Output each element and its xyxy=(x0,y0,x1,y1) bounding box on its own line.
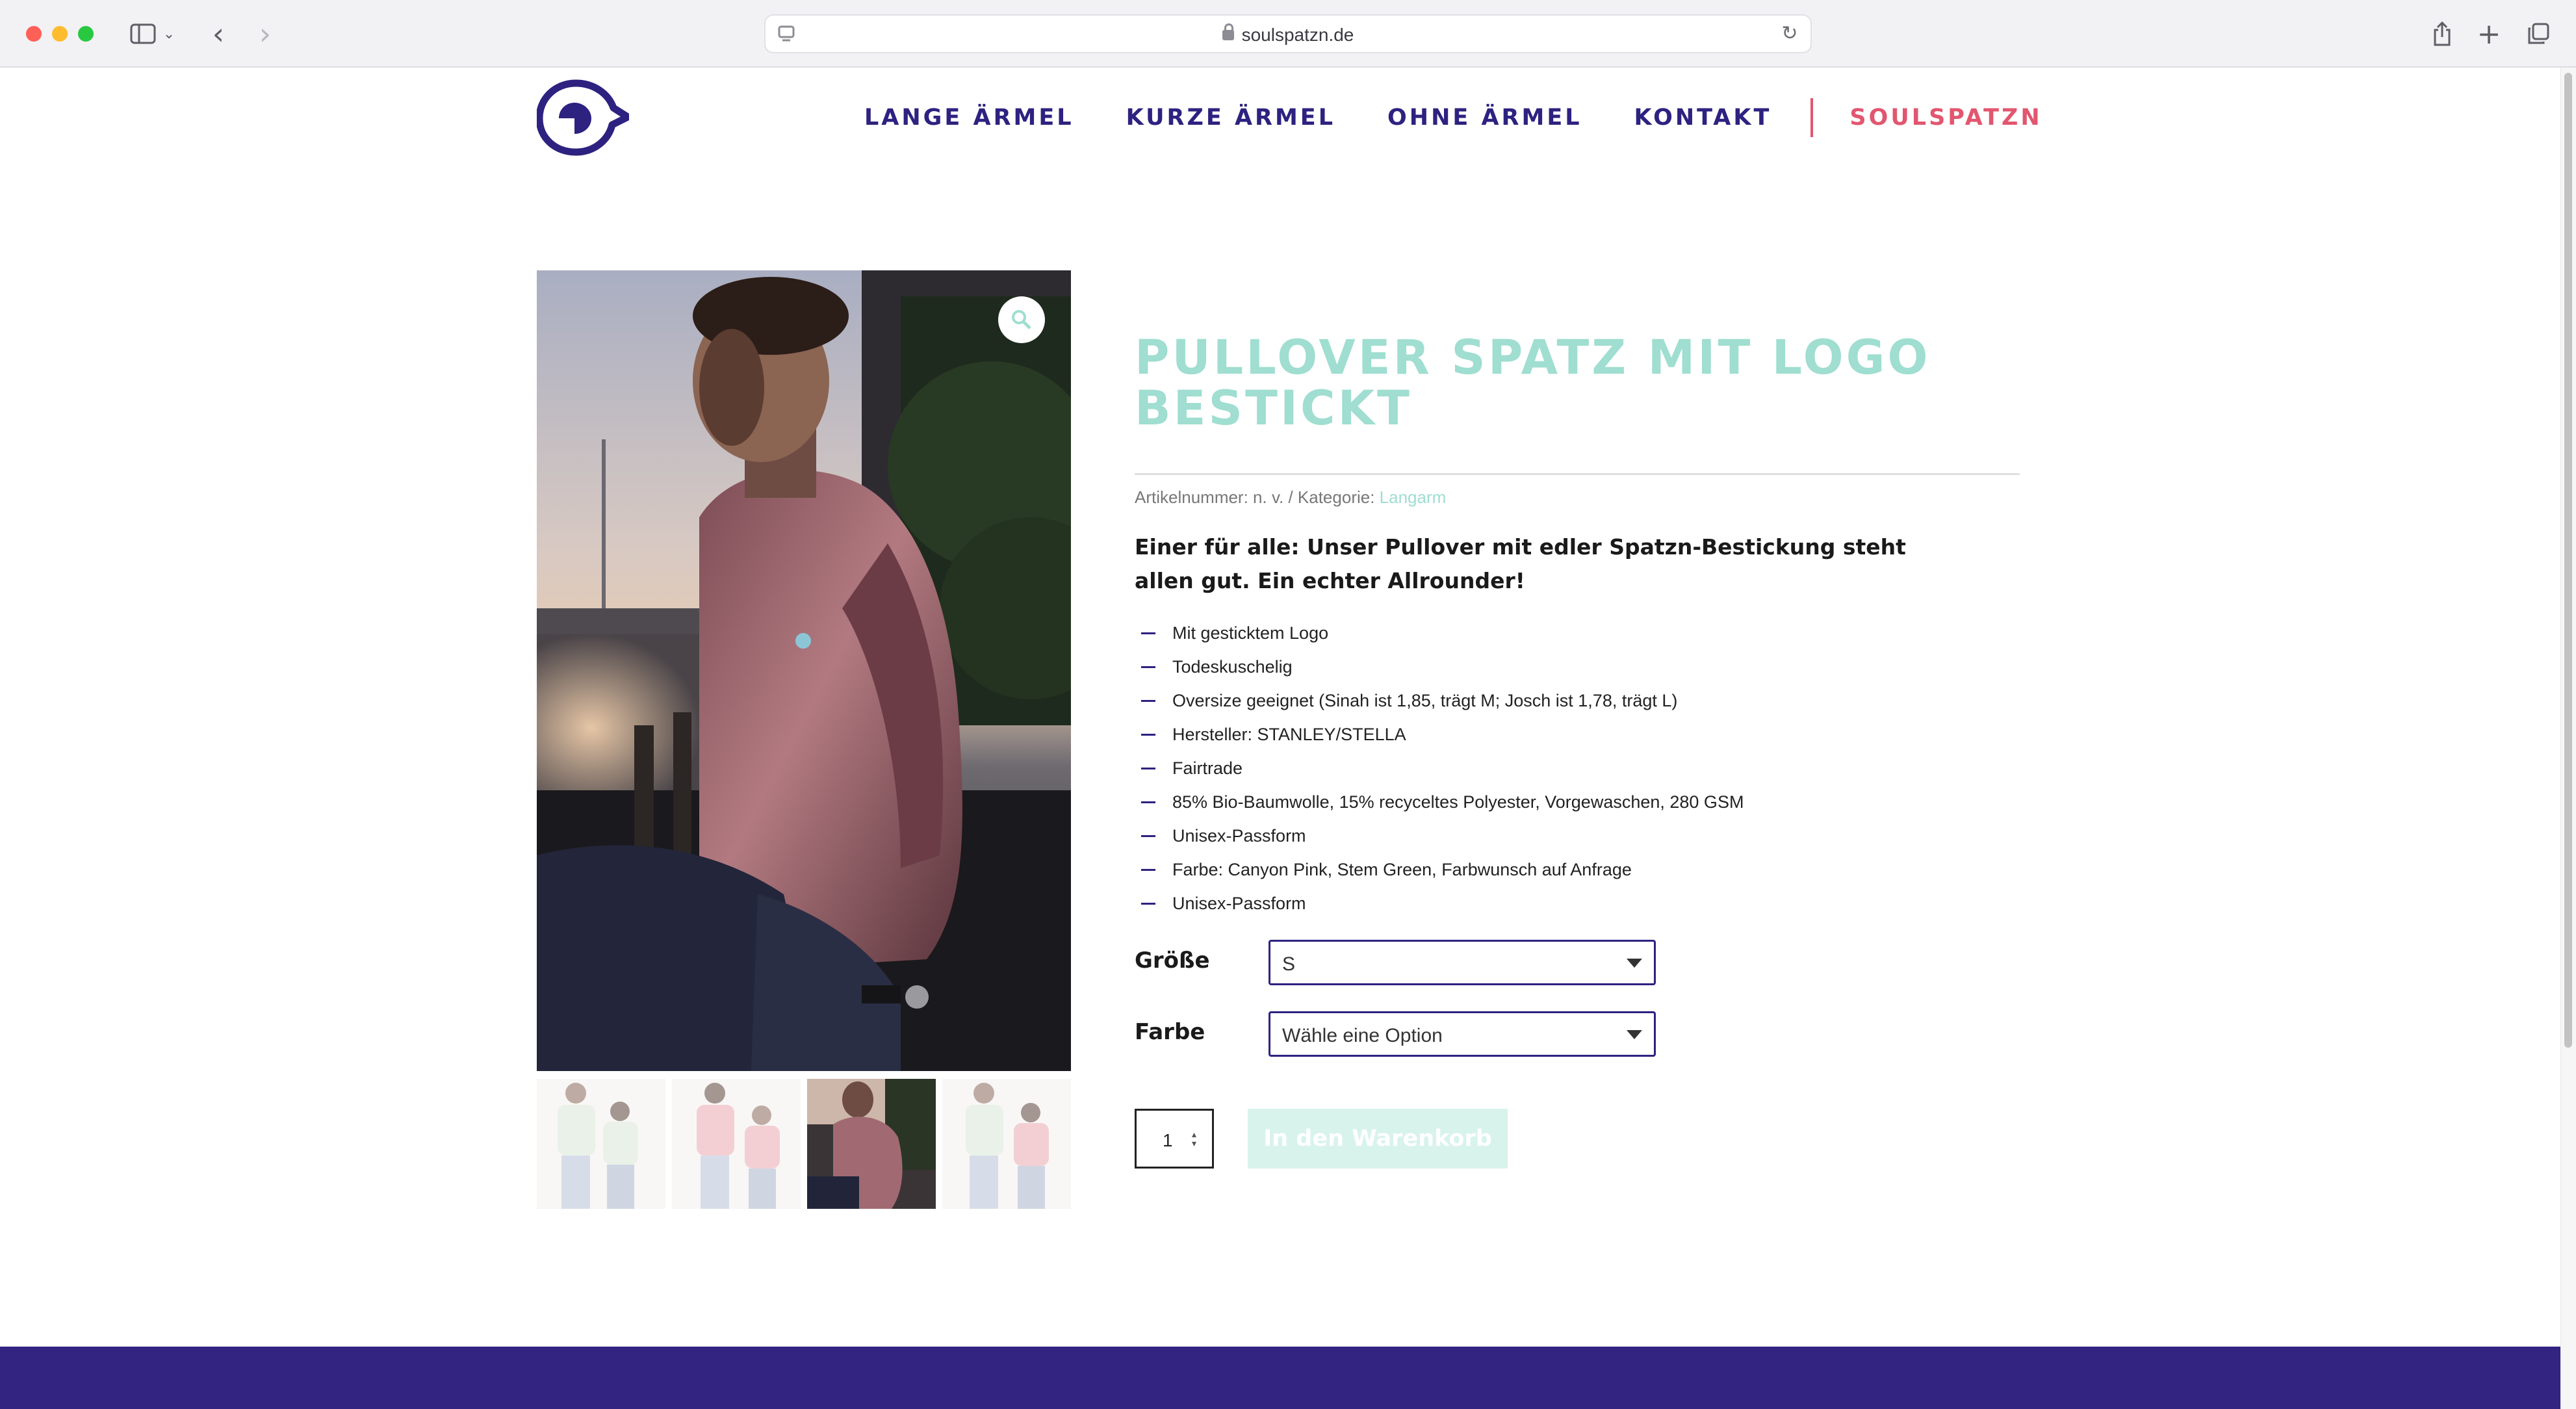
lock-icon xyxy=(1222,23,1234,40)
dash-bullet xyxy=(1141,666,1155,668)
share-icon[interactable] xyxy=(2423,14,2462,53)
product-meta-text: Artikelnummer: n. v. / Kategorie: xyxy=(1135,487,1380,507)
product-thumbnails xyxy=(537,1079,1071,1209)
thumbnail-2[interactable] xyxy=(672,1079,801,1209)
feature-text: Unisex-Passform xyxy=(1172,826,1306,846)
feature-item: Mit gesticktem Logo xyxy=(1141,616,1744,650)
magnifier-icon xyxy=(1012,310,1031,330)
minimize-window-button[interactable] xyxy=(52,26,68,42)
maximize-window-button[interactable] xyxy=(78,26,94,42)
size-select[interactable]: S xyxy=(1269,940,1656,985)
nav-lange-aermel[interactable]: LANGE ÄRMEL xyxy=(864,105,1074,131)
feature-text: Todeskuschelig xyxy=(1172,657,1293,677)
feature-item: 85% Bio-Baumwolle, 15% recyceltes Polyes… xyxy=(1141,785,1744,819)
color-select[interactable]: Wähle eine Option xyxy=(1269,1011,1656,1057)
thumbnail-1[interactable] xyxy=(537,1079,665,1209)
feature-list: Mit gesticktem Logo Todeskuschelig Overs… xyxy=(1141,616,1744,920)
product-intro: Einer für alle: Unser Pullover mit edler… xyxy=(1135,534,1906,593)
dash-bullet xyxy=(1141,868,1155,871)
size-select-value: S xyxy=(1282,953,1296,975)
scrollbar-thumb[interactable] xyxy=(2564,73,2572,1048)
feature-text: Farbe: Canyon Pink, Stem Green, Farbwuns… xyxy=(1172,860,1632,879)
dash-bullet xyxy=(1141,834,1155,837)
main-navigation: LANGE ÄRMEL KURZE ÄRMEL OHNE ÄRMEL KONTA… xyxy=(864,98,2042,137)
color-select-value: Wähle eine Option xyxy=(1282,1025,1443,1046)
spinner-arrows-icon[interactable]: ▴ ▾ xyxy=(1192,1130,1196,1148)
url-display: soulspatzn.de xyxy=(766,23,1810,45)
feature-text: 85% Bio-Baumwolle, 15% recyceltes Polyes… xyxy=(1172,792,1744,812)
feature-text: Hersteller: STANLEY/STELLA xyxy=(1172,725,1406,744)
dash-bullet xyxy=(1141,801,1155,803)
feature-item: Hersteller: STANLEY/STELLA xyxy=(1141,717,1744,751)
product-title: PULLOVER SPATZ MIT LOGO BESTICKT xyxy=(1135,330,1931,436)
thumbnail-3-active[interactable] xyxy=(807,1079,936,1209)
nav-kurze-aermel[interactable]: KURZE ÄRMEL xyxy=(1126,105,1335,131)
nav-divider xyxy=(1810,98,1814,137)
dropdown-arrow-icon xyxy=(1627,959,1642,968)
feature-item: Unisex-Passform xyxy=(1141,886,1744,920)
address-bar[interactable]: soulspatzn.de ↻ xyxy=(764,14,1812,53)
nav-ohne-aermel[interactable]: OHNE ÄRMEL xyxy=(1387,105,1582,131)
feature-item: Todeskuschelig xyxy=(1141,650,1744,684)
nav-kontakt[interactable]: KONTAKT xyxy=(1634,105,1772,131)
web-page: LANGE ÄRMEL KURZE ÄRMEL OHNE ÄRMEL KONTA… xyxy=(0,68,2560,1409)
feature-item: Oversize geeignet (Sinah ist 1,85, trägt… xyxy=(1141,684,1744,717)
chevron-down-icon[interactable]: ⌄ xyxy=(156,14,182,53)
feature-item: Fairtrade xyxy=(1141,751,1744,785)
category-link[interactable]: Langarm xyxy=(1380,487,1447,507)
color-label: Farbe xyxy=(1135,1019,1205,1045)
product-meta: Artikelnummer: n. v. / Kategorie: Langar… xyxy=(1135,487,1446,508)
feature-text: Oversize geeignet (Sinah ist 1,85, trägt… xyxy=(1172,691,1678,710)
quantity-input[interactable]: 1 ▴ ▾ xyxy=(1135,1109,1214,1169)
new-tab-icon[interactable]: + xyxy=(2469,14,2508,53)
browser-toolbar: ⌄ ‹ › soulspatzn.de ↻ + xyxy=(0,0,2576,68)
quantity-value: 1 xyxy=(1163,1130,1173,1150)
sparrow-eye-logo[interactable] xyxy=(537,79,629,156)
feature-text: Fairtrade xyxy=(1172,758,1243,778)
tab-overview-icon[interactable] xyxy=(2519,14,2558,53)
url-text: soulspatzn.de xyxy=(1241,25,1354,45)
back-icon[interactable]: ‹ xyxy=(199,14,238,53)
dash-bullet xyxy=(1141,733,1155,736)
reload-icon[interactable]: ↻ xyxy=(1778,22,1801,45)
close-window-button[interactable] xyxy=(26,26,42,42)
nav-soulspatzn[interactable]: SOULSPATZN xyxy=(1849,105,2042,131)
feature-text: Unisex-Passform xyxy=(1172,894,1306,913)
footer-band xyxy=(0,1347,2560,1409)
dropdown-arrow-icon xyxy=(1627,1030,1642,1039)
dash-bullet xyxy=(1141,767,1155,769)
add-to-cart-button[interactable]: In den Warenkorb xyxy=(1248,1109,1508,1169)
product-main-image[interactable] xyxy=(537,270,1071,1071)
feature-item: Unisex-Passform xyxy=(1141,819,1744,853)
title-divider xyxy=(1135,473,2020,475)
thumbnail-4[interactable] xyxy=(942,1079,1071,1209)
feature-item: Farbe: Canyon Pink, Stem Green, Farbwuns… xyxy=(1141,853,1744,886)
dash-bullet xyxy=(1141,699,1155,702)
size-label: Größe xyxy=(1135,948,1210,974)
feature-text: Mit gesticktem Logo xyxy=(1172,623,1329,643)
zoom-button[interactable] xyxy=(998,296,1045,343)
dash-bullet xyxy=(1141,902,1155,905)
forward-icon[interactable]: › xyxy=(246,14,285,53)
dash-bullet xyxy=(1141,632,1155,634)
